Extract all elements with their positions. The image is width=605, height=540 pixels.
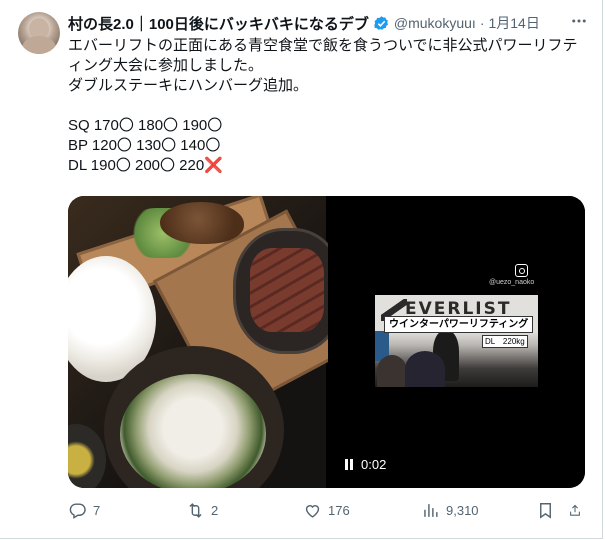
- views-button[interactable]: 9,310: [421, 501, 536, 520]
- text-line: BP 120〇 130〇 140〇: [68, 137, 221, 154]
- cross-mark-icon: ❌: [204, 157, 223, 174]
- video-controls[interactable]: 0:02: [345, 457, 386, 472]
- pause-icon[interactable]: [345, 459, 353, 470]
- views-count: 9,310: [446, 502, 479, 518]
- share-icon: [570, 504, 580, 516]
- tweet-header: 村の長2.0｜100日後にバッキバキになるデブ @mukokyuuı · 1月1…: [68, 12, 588, 34]
- like-icon: [305, 504, 320, 518]
- text-line: エバーリフトの正面にある青空食堂で飯を食うついでに非公式パワーリフテ: [68, 37, 578, 54]
- separator-dot: ·: [479, 15, 485, 31]
- text-line: ィング大会に参加しました。: [68, 57, 264, 74]
- reply-icon: [69, 502, 86, 519]
- person: [377, 355, 407, 387]
- like-button[interactable]: 176: [303, 501, 421, 520]
- share-button[interactable]: [568, 501, 588, 520]
- video-overlay-handle: @uezo_naoko: [489, 279, 535, 286]
- hamburg-steak: [160, 202, 244, 244]
- repost-icon: [189, 502, 202, 518]
- text-line: DL 190〇 200〇 220: [68, 157, 205, 174]
- verified-badge-icon: [374, 15, 388, 30]
- video-frame: EVERLIST ウインターパワーリフティング DL 220kg: [375, 295, 538, 387]
- author-handle[interactable]: @mukokyuuı: [394, 15, 476, 31]
- pickles-bowl: [68, 424, 106, 488]
- text-line: [68, 96, 588, 116]
- reply-button[interactable]: 7: [68, 501, 186, 520]
- repost-count: 2: [211, 502, 219, 518]
- instagram-icon: [515, 264, 528, 277]
- like-count: 176: [328, 502, 350, 518]
- video-time: 0:02: [361, 457, 387, 472]
- text-line-last: DL 190〇 200〇 220❌: [68, 156, 588, 176]
- repost-button[interactable]: 2: [186, 501, 303, 520]
- more-icon[interactable]: [570, 12, 588, 30]
- sliced-steak: [250, 248, 324, 332]
- text-line: SQ 170〇 180〇 190〇: [68, 117, 223, 134]
- video-caption-title: ウインターパワーリフティング: [384, 316, 534, 333]
- author-name[interactable]: 村の長2.0｜100日後にバッキバキになるデブ: [68, 13, 369, 34]
- miso-soup: [120, 374, 266, 488]
- media-grid: @uezo_naoko EVERLIST ウインターパワーリフティング DL 2…: [68, 196, 585, 488]
- avatar-body: [22, 36, 56, 54]
- text-line: ダブルステーキにハンバーグ追加。: [68, 77, 309, 94]
- views-icon: [424, 503, 438, 517]
- post-date[interactable]: 1月14日: [488, 13, 539, 33]
- video-player[interactable]: @uezo_naoko EVERLIST ウインターパワーリフティング DL 2…: [328, 196, 585, 488]
- reply-count: 7: [93, 502, 101, 518]
- bookmark-icon: [540, 502, 551, 519]
- action-bar: 7 2 176 9,310: [68, 500, 589, 520]
- video-caption-lift: DL 220kg: [482, 335, 528, 348]
- tweet-card[interactable]: 村の長2.0｜100日後にバッキバキになるデブ @mukokyuuı · 1月1…: [0, 0, 603, 539]
- food-photo[interactable]: [68, 196, 360, 488]
- author-avatar[interactable]: [18, 12, 60, 54]
- bookmark-button[interactable]: [536, 501, 568, 520]
- person: [405, 351, 445, 387]
- tweet-text: エバーリフトの正面にある青空食堂で飯を食うついでに非公式パワーリフテ ィング大会に…: [68, 36, 588, 176]
